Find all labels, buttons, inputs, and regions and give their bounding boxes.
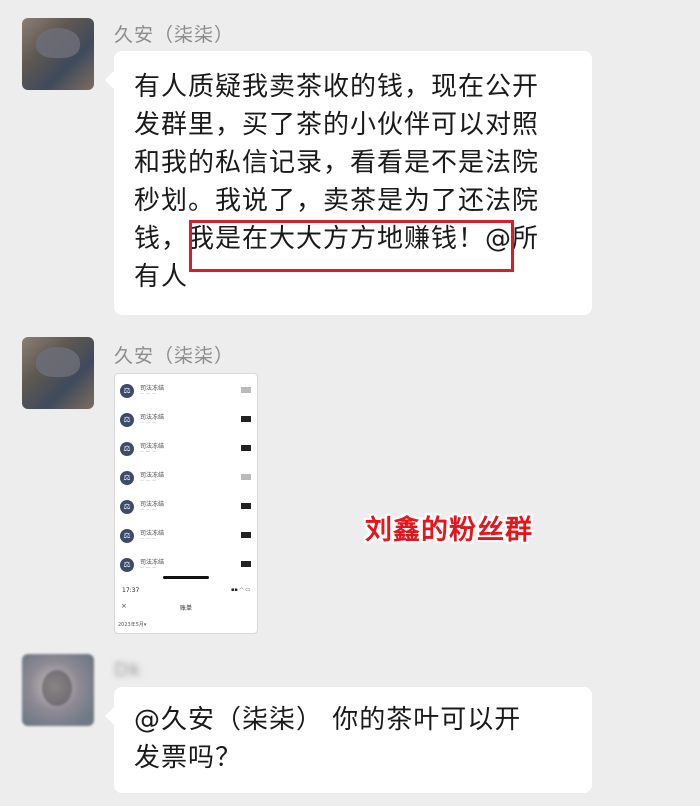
message-line: 发群里，买了茶的小伙伴可以对照 [134,110,540,140]
transaction-amount [241,474,251,480]
month-filter: 2023年5月▾ [118,622,147,628]
avatar[interactable] [22,654,94,726]
transaction-amount [241,532,251,538]
transaction-amount [241,503,251,509]
transaction-name: 司法冻结 [140,501,165,508]
avatar[interactable] [22,337,94,409]
transaction-name: 司法冻结 [140,559,165,566]
transaction-name: 司法冻结 [140,530,165,537]
court-icon: ⚖ [120,442,134,456]
court-icon: ⚖ [120,500,134,514]
message-line: 发票吗？ [134,743,243,773]
transaction-date: — — — [140,479,157,484]
message-line: @久安（柒柒） 你的茶叶可以开 [134,705,522,735]
transaction-date: — — — [140,421,157,426]
status-icons: ▪▪ ◠ ▭ [230,587,250,593]
screen-title: 账单 [179,605,192,612]
home-indicator [163,576,209,579]
transaction-date: — — — [140,450,157,455]
transaction-date: — — — [140,566,157,571]
avatar[interactable] [22,18,94,90]
transaction-date: — — — [140,508,157,513]
transaction-name: 司法冻结 [140,385,165,392]
transaction-row: ⚖ 司法冻结 — — — [115,440,257,460]
message-bubble[interactable]: @久安（柒柒） 你的茶叶可以开 发票吗？ [105,687,592,793]
transaction-row: ⚖ 司法冻结 — — — [115,498,257,518]
message-line: 有人质疑我卖茶收的钱，现在公开 [134,72,540,102]
transaction-amount [241,387,251,393]
transaction-name: 司法冻结 [140,443,165,450]
transaction-name: 司法冻结 [140,414,165,421]
message-line: 秒划。我说了，卖茶是为了还法院 [134,186,540,216]
transaction-amount [241,445,251,451]
transaction-date: — — — [140,392,157,397]
sender-name: 久安（柒柒） [114,345,235,367]
overlay-caption: 刘鑫的粉丝群 [365,515,533,546]
message-line: 和我的私信记录，看看是不是法院 [134,148,540,178]
message-bubble[interactable]: 有人质疑我卖茶收的钱，现在公开 发群里，买了茶的小伙伴可以对照 和我的私信记录，… [105,51,592,315]
highlight-box [189,220,514,272]
transaction-row: ⚖ 司法冻结 — — — [115,469,257,489]
transaction-row: ⚖ 司法冻结 — — — [115,382,257,402]
court-icon: ⚖ [120,529,134,543]
court-icon: ⚖ [120,413,134,427]
image-message-thumbnail[interactable]: 17:37 ▪▪ ◠ ▭ × 账单 2023年5月▾ ⚖ 司法冻结 — — — ⚖ 司法… [114,373,258,634]
court-icon: ⚖ [120,384,134,398]
transaction-date: — — — [140,537,157,542]
transaction-row: ⚖ 司法冻结 — — — [115,527,257,547]
court-icon: ⚖ [120,558,134,572]
court-icon: ⚖ [120,471,134,485]
transaction-row: ⚖ 司法冻结 — — — [115,556,257,576]
transaction-name: 司法冻结 [140,472,165,479]
sender-name: Dk [114,659,142,681]
transaction-amount [241,416,251,422]
sender-name: 久安（柒柒） [114,24,235,46]
transaction-amount [241,561,251,567]
status-time: 17:37 [122,587,140,594]
transaction-row: ⚖ 司法冻结 — — — [115,411,257,431]
